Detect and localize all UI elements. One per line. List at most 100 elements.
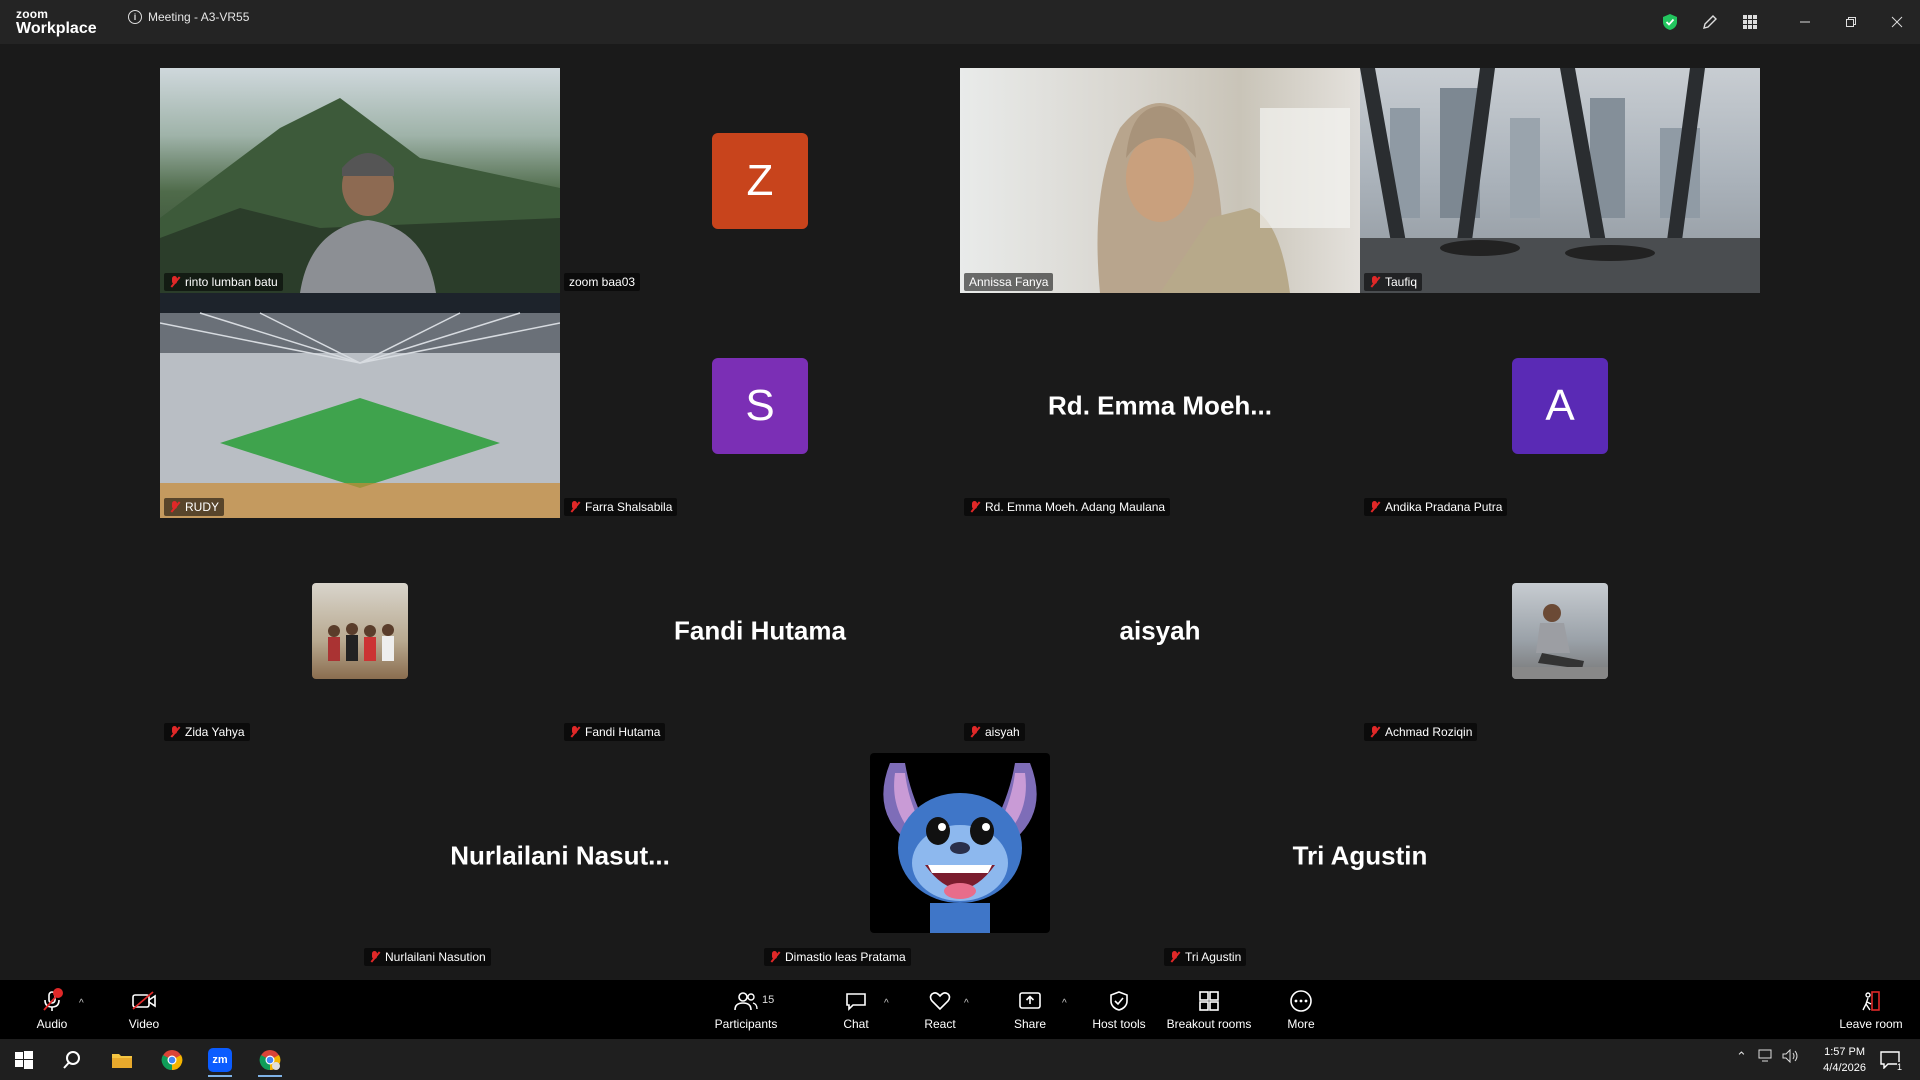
participant-name-tag: Andika Pradana Putra [1364, 498, 1508, 516]
participant-name-tag: Fandi Hutama [564, 723, 666, 741]
participant-video [160, 293, 560, 518]
participants-count: 15 [762, 994, 775, 1006]
file-explorer-icon[interactable] [102, 1043, 142, 1077]
participant-video [160, 68, 560, 293]
chrome-icon[interactable] [152, 1043, 192, 1077]
participant-name-tag: Rd. Emma Moeh. Adang Maulana [964, 498, 1171, 516]
apps-grid-icon[interactable] [1730, 0, 1770, 44]
participant-name: RUDY [185, 500, 220, 514]
mic-muted-icon [1369, 276, 1380, 288]
participant-name: Rd. Emma Moeh. Adang Maulana [985, 500, 1166, 514]
participant-avatar-photo [1512, 582, 1608, 679]
video-label: Video [128, 1016, 160, 1031]
participant-tile-active-speaker[interactable]: Annissa Fanya [960, 68, 1360, 293]
participant-tile[interactable]: Achmad Roziqin [1360, 518, 1760, 743]
security-shield-icon[interactable] [1650, 0, 1690, 44]
participant-display-name: Rd. Emma Moeh... [1048, 390, 1272, 420]
participant-tile[interactable]: Nurlailani Nasut... Nurlailani Nasution [360, 743, 760, 968]
participant-tile[interactable]: A Andika Pradana Putra [1360, 293, 1760, 518]
chat-label: Chat [843, 1016, 869, 1031]
notifications-icon[interactable]: 1 [1870, 1043, 1910, 1077]
participants-label: Participants [714, 1016, 778, 1031]
participant-tile[interactable]: S Farra Shalsabila [560, 293, 960, 518]
chrome-profile-icon[interactable] [250, 1043, 290, 1077]
audio-alert-badge [53, 988, 63, 998]
participant-name: aisyah [985, 725, 1020, 739]
participant-avatar: A [1512, 357, 1608, 454]
participant-avatar-photo [870, 753, 1050, 933]
participant-tile[interactable]: aisyah aisyah [960, 518, 1360, 743]
participant-name: Zida Yahya [185, 725, 245, 739]
mic-muted-icon [1369, 501, 1380, 513]
meeting-controls-toolbar: Audio ^ Video Participants 15 Chat ^ Rea… [0, 980, 1920, 1039]
leave-door-icon [1858, 989, 1884, 1013]
chat-button[interactable]: Chat [836, 980, 876, 1039]
volume-icon[interactable] [1782, 1048, 1800, 1066]
mic-muted-icon [1369, 726, 1380, 738]
participant-name-tag: Achmad Roziqin [1364, 723, 1478, 741]
mic-muted-icon [969, 726, 980, 738]
participant-tile[interactable]: Tri Agustin Tri Agustin [1160, 743, 1560, 968]
participant-name-tag: zoom baa03 [564, 273, 641, 291]
mic-muted-icon [369, 951, 380, 963]
react-button[interactable]: React [920, 980, 960, 1039]
participant-name: Dimastio leas Pratama [785, 950, 906, 964]
participants-button[interactable]: Participants [710, 980, 782, 1039]
info-icon: i [128, 10, 142, 24]
network-icon[interactable] [1758, 1049, 1774, 1066]
participant-name-tag: RUDY [164, 498, 225, 516]
participant-tile[interactable]: Zida Yahya [160, 518, 560, 743]
participant-name-tag: aisyah [964, 723, 1025, 741]
participant-tile[interactable]: Rd. Emma Moeh... Rd. Emma Moeh. Adang Ma… [960, 293, 1360, 518]
participant-name-tag: Nurlailani Nasution [364, 948, 491, 966]
participant-name: Taufiq [1385, 275, 1418, 289]
host-tools-button[interactable]: Host tools [1090, 980, 1148, 1039]
share-options-caret[interactable]: ^ [1062, 998, 1067, 1009]
zoom-taskbar-icon[interactable]: zm [200, 1043, 240, 1077]
share-label: Share [1013, 1016, 1047, 1031]
participant-avatar: S [712, 357, 808, 454]
participant-tile[interactable]: RUDY [160, 293, 560, 518]
participant-avatar-photo [312, 582, 408, 679]
meeting-info-button[interactable]: i Meeting - A3-VR55 [128, 10, 249, 24]
participant-name-tag: Zida Yahya [164, 723, 250, 741]
share-button[interactable]: Share [1010, 980, 1050, 1039]
search-icon[interactable] [52, 1043, 92, 1077]
participant-name-tag: Farra Shalsabila [564, 498, 678, 516]
system-clock[interactable]: 1:57 PM 4/4/2026 [1823, 1044, 1866, 1076]
participant-tile[interactable]: Fandi Hutama Fandi Hutama [560, 518, 960, 743]
participant-tile[interactable]: Z zoom baa03 [560, 68, 960, 293]
participant-tile[interactable]: Taufiq [1360, 68, 1760, 293]
windows-start-icon[interactable] [4, 1043, 44, 1077]
participant-name: rinto lumban batu [185, 275, 278, 289]
participant-tile[interactable]: Dimastio leas Pratama [760, 743, 1160, 968]
close-button[interactable] [1874, 0, 1920, 44]
tray-overflow-chevron-icon[interactable]: ⌃ [1736, 1049, 1747, 1065]
more-label: More [1287, 1016, 1315, 1031]
participant-tile[interactable]: rinto lumban batu [160, 68, 560, 293]
logo-bottom: Workplace [16, 20, 97, 37]
leave-room-button[interactable]: Leave room [1836, 980, 1906, 1039]
annotate-pen-icon[interactable] [1690, 0, 1730, 44]
participant-name: Achmad Roziqin [1385, 725, 1473, 739]
video-button[interactable]: Video [124, 980, 164, 1039]
participant-video [1360, 68, 1760, 293]
participant-display-name: Nurlailani Nasut... [450, 840, 670, 870]
breakout-rooms-button[interactable]: Breakout rooms [1164, 980, 1254, 1039]
react-options-caret[interactable]: ^ [964, 998, 969, 1009]
chat-bubble-icon [843, 989, 869, 1013]
video-camera-off-icon [131, 989, 157, 1013]
zoom-workplace-logo: zoom Workplace [16, 8, 97, 37]
restore-button[interactable] [1828, 0, 1874, 44]
minimize-button[interactable] [1782, 0, 1828, 44]
chat-options-caret[interactable]: ^ [884, 998, 889, 1009]
audio-options-caret[interactable]: ^ [79, 998, 84, 1009]
mic-muted-icon [1169, 951, 1180, 963]
participant-avatar: Z [712, 132, 808, 229]
mic-muted-icon [969, 501, 980, 513]
audio-button[interactable]: Audio [32, 980, 72, 1039]
participant-name: Farra Shalsabila [585, 500, 673, 514]
react-label: React [924, 1016, 956, 1031]
logo-top: zoom [16, 7, 49, 21]
more-button[interactable]: More [1281, 980, 1321, 1039]
